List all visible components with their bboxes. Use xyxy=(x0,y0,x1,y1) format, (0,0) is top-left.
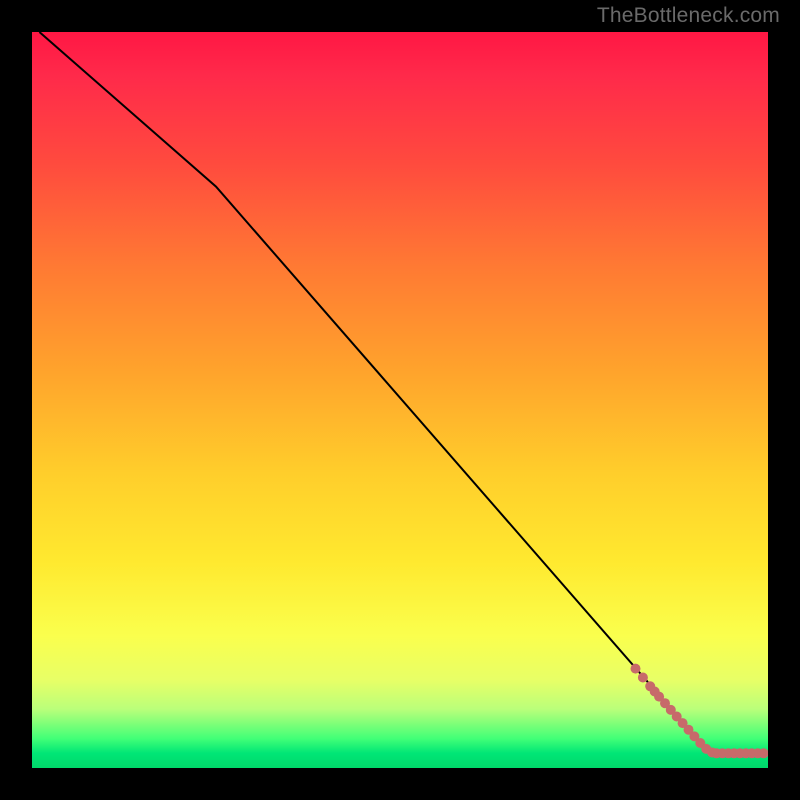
marker-dot xyxy=(638,673,648,683)
bottleneck-curve-line xyxy=(39,32,768,753)
marker-dot xyxy=(631,664,641,674)
chart-overlay-svg xyxy=(32,32,768,768)
marker-group xyxy=(631,664,769,759)
chart-plot-area xyxy=(32,32,768,768)
watermark-text: TheBottleneck.com xyxy=(597,4,780,28)
